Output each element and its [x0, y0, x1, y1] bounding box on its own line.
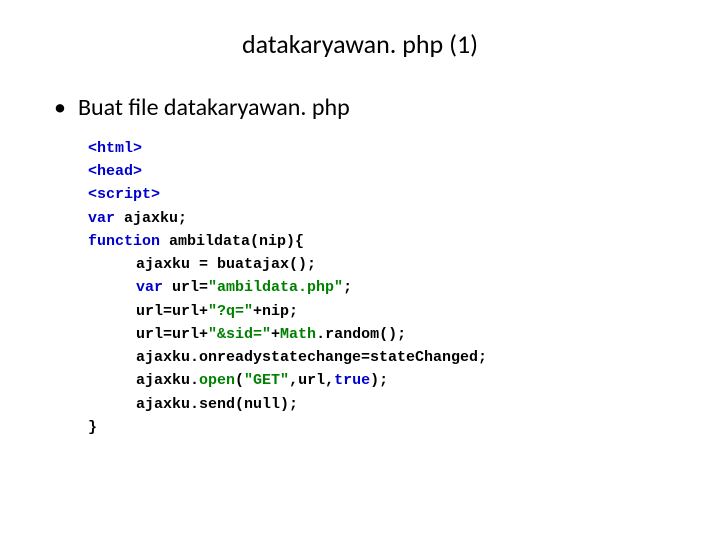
code-token: } — [88, 419, 97, 436]
code-token: ajaxku.send(null); — [136, 396, 298, 413]
code-token: ,url, — [289, 372, 334, 389]
code-token: var — [88, 210, 115, 227]
code-token: <html> — [88, 140, 142, 157]
code-token: <head> — [88, 163, 142, 180]
code-token: ( — [235, 372, 244, 389]
code-token: .random(); — [316, 326, 406, 343]
code-token: url=url+ — [136, 326, 208, 343]
bullet-dot: • — [54, 94, 66, 123]
code-token: "GET" — [244, 372, 289, 389]
code-token: ; — [343, 279, 352, 296]
code-token: ajaxku. — [136, 372, 199, 389]
code-token: + — [271, 326, 280, 343]
bullet-text: Buat file datakaryawan. php — [78, 94, 350, 123]
code-token: function — [88, 233, 160, 250]
slide-title: datakaryawan. php (1) — [50, 28, 670, 60]
code-token: "&sid=" — [208, 326, 271, 343]
code-token: var — [136, 279, 163, 296]
code-token: true — [334, 372, 370, 389]
code-token: ); — [370, 372, 388, 389]
code-token: <script> — [88, 186, 160, 203]
code-block: <html> <head> <script> var ajaxku; funct… — [88, 137, 670, 439]
code-token: ajaxku.onreadystatechange=stateChanged; — [136, 349, 487, 366]
code-token: ambildata(nip){ — [160, 233, 304, 250]
code-token: url= — [163, 279, 208, 296]
code-token: ajaxku = buatajax(); — [136, 256, 316, 273]
code-token: "ambildata.php" — [208, 279, 343, 296]
bullet-item: • Buat file datakaryawan. php — [54, 94, 670, 123]
code-token: ajaxku; — [115, 210, 187, 227]
code-token: Math — [280, 326, 316, 343]
code-token: url=url+ — [136, 303, 208, 320]
code-token: +nip; — [253, 303, 298, 320]
code-token: "?q=" — [208, 303, 253, 320]
code-token: open — [199, 372, 235, 389]
